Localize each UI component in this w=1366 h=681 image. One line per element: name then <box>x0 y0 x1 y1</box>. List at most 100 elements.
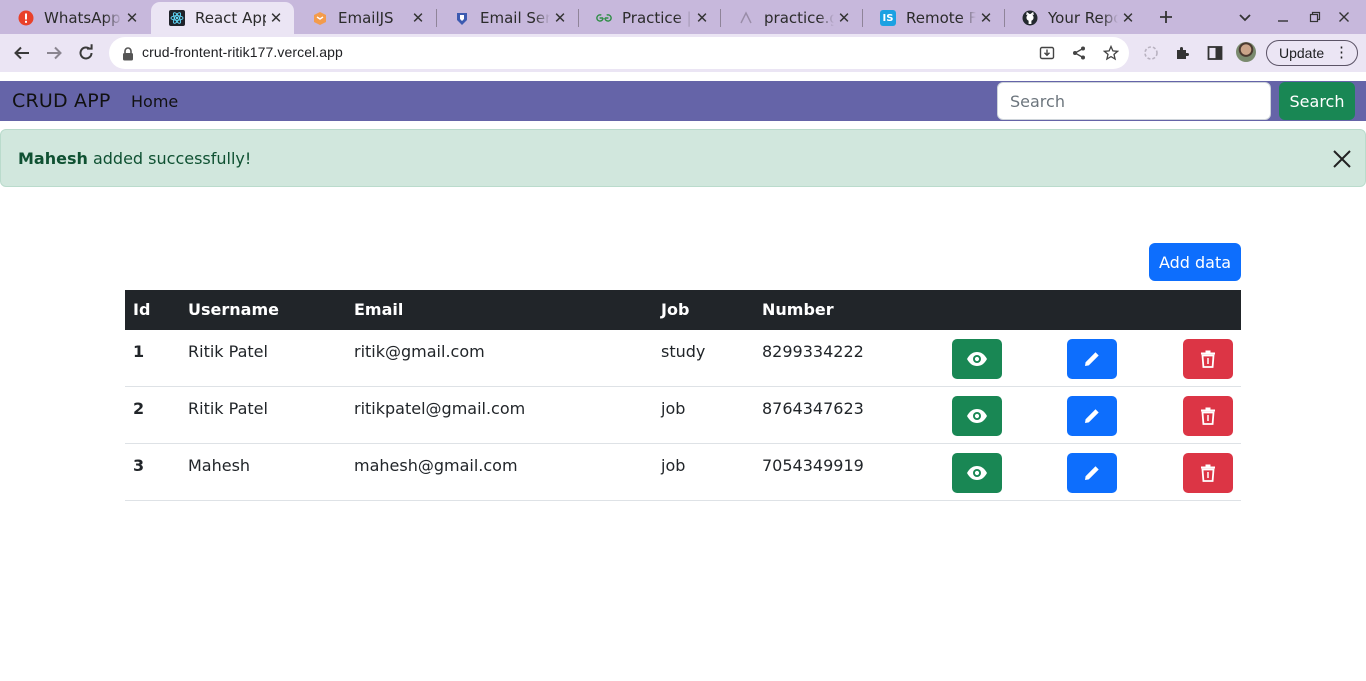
extension-spinner-icon[interactable] <box>1141 43 1161 63</box>
extensions-puzzle-icon[interactable] <box>1173 43 1193 63</box>
cell-id: 1 <box>133 342 145 361</box>
cell-username: Mahesh <box>188 456 251 475</box>
restore-icon[interactable] <box>1303 5 1327 29</box>
reload-icon[interactable] <box>72 39 100 67</box>
search-input[interactable] <box>997 82 1271 120</box>
tab-close-icon[interactable]: ✕ <box>834 8 854 28</box>
browser-toolbar: crud-frontent-ritik177.vercel.app <box>0 34 1366 72</box>
tab-close-icon[interactable]: ✕ <box>1118 8 1138 28</box>
header-email: Email <box>354 300 404 319</box>
close-window-icon[interactable] <box>1332 5 1356 29</box>
table-row: 2 Ritik Patel ritikpatel@gmail.com job 8… <box>125 387 1241 444</box>
add-data-button[interactable]: Add data <box>1149 243 1241 281</box>
forward-arrow-icon[interactable] <box>40 39 68 67</box>
tab-close-icon[interactable]: ✕ <box>976 8 996 28</box>
cell-username: Ritik Patel <box>188 399 268 418</box>
header-job: Job <box>661 300 690 319</box>
url-text: crud-frontent-ritik177.vercel.app <box>142 44 343 60</box>
install-app-icon[interactable] <box>1037 43 1057 63</box>
table-row: 1 Ritik Patel ritik@gmail.com study 8299… <box>125 330 1241 387</box>
is-icon: IS <box>880 10 896 26</box>
tab-github-repos[interactable]: Your Repos ✕ <box>1004 2 1146 34</box>
tab-practice-gfg[interactable]: Practice | G ✕ <box>578 2 720 34</box>
trash-icon <box>1201 464 1215 482</box>
view-button[interactable] <box>952 453 1002 493</box>
cell-job: study <box>661 342 706 361</box>
tab-title: practice.ge <box>764 9 834 27</box>
tab-close-icon[interactable]: ✕ <box>550 8 570 28</box>
delete-button[interactable] <box>1183 396 1233 436</box>
tab-react-app[interactable]: React App ✕ <box>151 2 294 34</box>
tab-title: Remote Ful <box>906 9 976 27</box>
search-button[interactable]: Search <box>1279 82 1355 120</box>
cell-number: 7054349919 <box>762 456 864 475</box>
eye-icon <box>967 352 987 366</box>
alert-text: added successfully! <box>92 149 252 168</box>
tab-remote-full[interactable]: IS Remote Ful ✕ <box>862 2 1004 34</box>
share-icon[interactable] <box>1069 43 1089 63</box>
cell-email: ritikpatel@gmail.com <box>354 399 526 418</box>
tab-search-chevron-down-icon[interactable] <box>1233 5 1257 29</box>
alert-message: Mahesh added successfully! <box>18 149 251 168</box>
minimize-icon[interactable] <box>1271 5 1295 29</box>
trash-icon <box>1201 350 1215 368</box>
update-button[interactable]: Update ⋮ <box>1266 40 1358 66</box>
header-number: Number <box>762 300 834 319</box>
react-icon <box>169 10 185 26</box>
more-vertical-icon[interactable]: ⋮ <box>1334 43 1349 63</box>
edit-button[interactable] <box>1067 339 1117 379</box>
cell-number: 8299334222 <box>762 342 864 361</box>
cell-email: mahesh@gmail.com <box>354 456 518 475</box>
tab-title: WhatsApp <box>44 9 121 27</box>
github-icon <box>1022 10 1038 26</box>
nav-link-home[interactable]: Home <box>131 92 178 111</box>
tab-title: React App <box>195 9 266 27</box>
header-username: Username <box>188 300 279 319</box>
brand-title[interactable]: CRUD APP <box>12 90 111 112</box>
tab-close-icon[interactable]: ✕ <box>692 8 712 28</box>
tab-email-service[interactable]: Email Servi ✕ <box>436 2 578 34</box>
tab-title: Email Servi <box>480 9 550 27</box>
edit-button[interactable] <box>1067 396 1117 436</box>
delete-button[interactable] <box>1183 339 1233 379</box>
table-row: 3 Mahesh mahesh@gmail.com job 7054349919 <box>125 444 1241 501</box>
app-navbar: CRUD APP Home Search <box>0 81 1366 121</box>
tab-close-icon[interactable]: ✕ <box>408 8 428 28</box>
table-header: Id Username Email Job Number <box>125 290 1241 330</box>
delete-button[interactable] <box>1183 453 1233 493</box>
cell-job: job <box>661 456 686 475</box>
browser-tab-strip: WhatsApp ✕ React App ✕ EmailJS ✕ Email S… <box>0 0 1366 34</box>
update-label: Update <box>1279 45 1325 61</box>
profile-avatar[interactable] <box>1236 42 1256 62</box>
tab-close-icon[interactable]: ✕ <box>266 8 286 28</box>
alert-user-name: Mahesh <box>18 149 88 168</box>
pencil-icon <box>1085 466 1099 480</box>
address-bar[interactable]: crud-frontent-ritik177.vercel.app <box>109 37 1129 69</box>
success-alert: Mahesh added successfully! <box>0 129 1366 187</box>
back-arrow-icon[interactable] <box>8 39 36 67</box>
tab-title: Your Repos <box>1048 9 1118 27</box>
side-panel-icon[interactable] <box>1205 43 1225 63</box>
tab-whatsapp[interactable]: WhatsApp ✕ <box>0 2 150 34</box>
cell-email: ritik@gmail.com <box>354 342 485 361</box>
bookmark-star-icon[interactable] <box>1101 43 1121 63</box>
cell-id: 2 <box>133 399 145 418</box>
pencil-icon <box>1085 409 1099 423</box>
view-button[interactable] <box>952 396 1002 436</box>
lock-icon[interactable] <box>122 46 134 65</box>
tab-close-icon[interactable]: ✕ <box>122 8 142 28</box>
users-table: Id Username Email Job Number 1 Ritik Pat… <box>125 290 1241 501</box>
content-top-gap <box>0 72 1366 81</box>
close-icon[interactable] <box>1331 148 1353 170</box>
cell-job: job <box>661 399 686 418</box>
tab-emailjs[interactable]: EmailJS ✕ <box>294 2 436 34</box>
edit-button[interactable] <box>1067 453 1117 493</box>
emailjs-icon <box>312 10 328 26</box>
view-button[interactable] <box>952 339 1002 379</box>
tab-practice-ge[interactable]: practice.ge ✕ <box>720 2 862 34</box>
header-id: Id <box>133 300 151 319</box>
cell-number: 8764347623 <box>762 399 864 418</box>
eye-icon <box>967 466 987 480</box>
eye-icon <box>967 409 987 423</box>
new-tab-plus-icon[interactable] <box>1154 5 1178 29</box>
